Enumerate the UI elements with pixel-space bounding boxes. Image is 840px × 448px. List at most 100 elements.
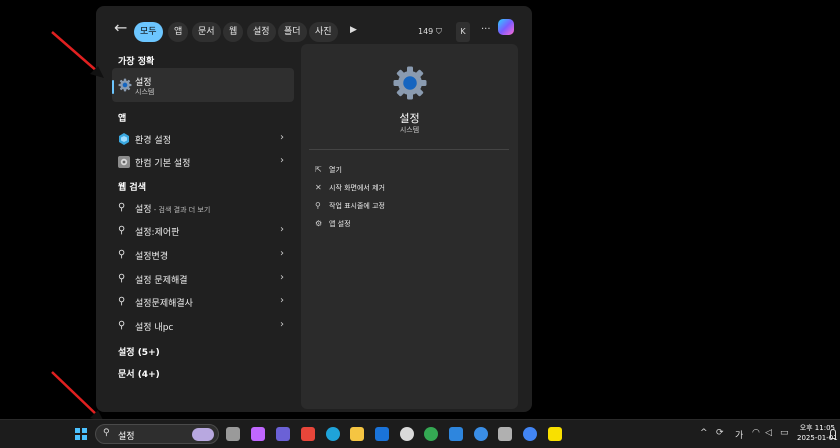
web-result-label: 설정 내pc bbox=[135, 323, 174, 333]
action-pin-taskbar[interactable]: ⚲ 작업 표시줄에 고정 bbox=[315, 201, 385, 215]
filter-chip-all[interactable]: 모두 bbox=[134, 22, 163, 42]
alien-app-icon[interactable] bbox=[400, 427, 414, 441]
search-icon: ⚲ bbox=[118, 320, 126, 331]
tray-overflow-chevron-icon[interactable]: ^ bbox=[700, 428, 708, 438]
volume-icon[interactable]: ◁ bbox=[765, 428, 772, 438]
best-match-settings[interactable]: 설정 시스템 bbox=[112, 68, 294, 102]
more-documents-link[interactable]: 문서 (4+) bbox=[118, 367, 160, 380]
web-result-label: 설정:제어판 bbox=[135, 228, 180, 238]
app-blue-icon[interactable] bbox=[474, 427, 488, 441]
notification-bell-icon[interactable] bbox=[830, 429, 836, 439]
copilot-app-icon[interactable] bbox=[251, 427, 265, 441]
selection-indicator bbox=[112, 80, 114, 94]
search-highlight-image bbox=[192, 428, 214, 441]
rewards-icon: ⛉ bbox=[435, 27, 442, 36]
web-result-5[interactable]: ⚲ 설정문제해결사 › bbox=[112, 291, 294, 313]
chevron-right-icon[interactable]: › bbox=[280, 132, 284, 143]
windows-start-icon[interactable] bbox=[75, 428, 87, 440]
filter-chip-settings[interactable]: 설정 bbox=[247, 22, 276, 42]
search-icon: ⚲ bbox=[118, 202, 126, 213]
web-result-4[interactable]: ⚲ 설정 문제해결 › bbox=[112, 268, 294, 290]
web-result-3[interactable]: ⚲ 설정변경 › bbox=[112, 244, 294, 266]
file-explorer-icon[interactable] bbox=[350, 427, 364, 441]
web-result-suffix: - 검색 결과 더 보기 bbox=[151, 206, 211, 214]
action-label: 시작 화면에서 제거 bbox=[329, 184, 385, 192]
hancom-gear-icon bbox=[118, 156, 130, 168]
chrome-profile-icon[interactable] bbox=[523, 427, 537, 441]
wifi-icon[interactable]: ◠ bbox=[752, 428, 760, 438]
divider bbox=[309, 149, 509, 150]
app-red-icon[interactable] bbox=[301, 427, 315, 441]
pin-icon: ⚲ bbox=[315, 201, 321, 210]
web-result-2[interactable]: ⚲ 설정:제어판 › bbox=[112, 220, 294, 242]
web-result-text: 설정 bbox=[135, 205, 152, 215]
action-label: 열기 bbox=[329, 166, 342, 174]
rewards-count-value: 149 bbox=[418, 27, 434, 36]
web-result-label: 설정변경 bbox=[135, 252, 169, 262]
filter-chip-photos[interactable]: 사진 bbox=[309, 22, 338, 42]
best-match-subtitle: 시스템 bbox=[135, 88, 155, 96]
kakaotalk-icon[interactable] bbox=[548, 427, 562, 441]
control-panel-icon bbox=[119, 133, 129, 145]
search-icon: ⚲ bbox=[118, 249, 126, 260]
action-label: 앱 설정 bbox=[329, 220, 351, 228]
apps-heading: 앱 bbox=[118, 114, 127, 124]
action-open[interactable]: ⇱ 열기 bbox=[315, 165, 342, 179]
search-panel: ← 모두 앱 문서 웹 설정 폴더 사진 ▶ 149 ⛉ K ··· 가장 정확 bbox=[96, 6, 532, 412]
filter-chip-documents[interactable]: 문서 bbox=[192, 22, 221, 42]
chevron-right-icon[interactable]: › bbox=[280, 155, 284, 166]
gear-icon bbox=[393, 66, 427, 100]
web-result-6[interactable]: ⚲ 설정 내pc › bbox=[112, 315, 294, 337]
action-label: 작업 표시줄에 고정 bbox=[329, 202, 385, 210]
web-search-heading: 웹 검색 bbox=[118, 183, 146, 193]
app-result-hancom-settings[interactable]: 한컴 기본 설정 › bbox=[112, 151, 294, 173]
edge-icon[interactable] bbox=[326, 427, 340, 441]
web-result-1[interactable]: ⚲ 설정 - 검색 결과 더 보기 bbox=[112, 197, 294, 219]
action-app-settings[interactable]: ⚙ 앱 설정 bbox=[315, 219, 351, 233]
chevron-right-icon[interactable]: › bbox=[280, 248, 284, 259]
photo-app-icon[interactable] bbox=[498, 427, 512, 441]
filter-chip-web[interactable]: 웹 bbox=[223, 22, 244, 42]
app-result-label: 환경 설정 bbox=[135, 136, 171, 146]
more-filters-play-icon[interactable]: ▶ bbox=[350, 25, 357, 35]
result-preview-pane: 설정 시스템 ⇱ 열기 ✕ 시작 화면에서 제거 ⚲ 작업 표시줄에 고정 ⚙ 앱 설정 bbox=[301, 44, 518, 409]
chevron-right-icon[interactable]: › bbox=[280, 295, 284, 306]
chevron-right-icon[interactable]: › bbox=[280, 224, 284, 235]
account-avatar[interactable]: K bbox=[456, 22, 470, 42]
screen: ← 모두 앱 문서 웹 설정 폴더 사진 ▶ 149 ⛉ K ··· 가장 정확 bbox=[0, 0, 840, 448]
chevron-right-icon[interactable]: › bbox=[280, 319, 284, 330]
best-match-heading: 가장 정확 bbox=[118, 57, 155, 67]
taskbar-search-box[interactable]: ⚲ 설정 bbox=[95, 424, 219, 444]
teams-icon[interactable] bbox=[276, 427, 290, 441]
filter-bar: ← 모두 앱 문서 웹 설정 폴더 사진 ▶ 149 ⛉ K ··· bbox=[96, 6, 532, 48]
chevron-right-icon[interactable]: › bbox=[280, 272, 284, 283]
filter-chip-apps[interactable]: 앱 bbox=[168, 22, 189, 42]
unpin-icon: ✕ bbox=[315, 183, 322, 192]
taskbar: ⚲ 설정 ^ ⟳ 가 ◠ ◁ ▭ 오후 11:05 2025-01-01 bbox=[0, 419, 840, 448]
more-options-icon[interactable]: ··· bbox=[481, 24, 491, 35]
taskbar-search-text: 설정 bbox=[118, 432, 135, 442]
app-settings-icon: ⚙ bbox=[315, 219, 323, 228]
search-icon: ⚲ bbox=[118, 273, 126, 284]
app-result-environment-settings[interactable]: 환경 설정 › bbox=[112, 128, 294, 150]
task-view-icon[interactable] bbox=[226, 427, 240, 441]
preview-subtitle: 시스템 bbox=[399, 126, 420, 134]
search-icon: ⚲ bbox=[118, 225, 126, 236]
web-result-label: 설정문제해결사 bbox=[135, 299, 193, 309]
gear-icon bbox=[118, 78, 132, 92]
more-settings-link[interactable]: 설정 (5+) bbox=[118, 345, 160, 358]
action-unpin-start[interactable]: ✕ 시작 화면에서 제거 bbox=[315, 183, 385, 197]
store-icon[interactable] bbox=[449, 427, 463, 441]
filter-chip-folders[interactable]: 폴더 bbox=[278, 22, 307, 42]
back-arrow-icon[interactable]: ← bbox=[114, 18, 127, 37]
preview-title: 설정 bbox=[399, 112, 420, 125]
sync-icon[interactable]: ⟳ bbox=[716, 428, 724, 438]
rewards-count[interactable]: 149 ⛉ bbox=[418, 27, 442, 37]
copilot-icon[interactable] bbox=[498, 19, 514, 35]
annotation-arrow-icon bbox=[51, 31, 104, 78]
ime-indicator[interactable]: 가 bbox=[735, 428, 743, 441]
chrome-icon[interactable] bbox=[424, 427, 438, 441]
battery-icon[interactable]: ▭ bbox=[780, 428, 789, 438]
app-result-label: 한컴 기본 설정 bbox=[135, 159, 191, 169]
outlook-icon[interactable] bbox=[375, 427, 389, 441]
